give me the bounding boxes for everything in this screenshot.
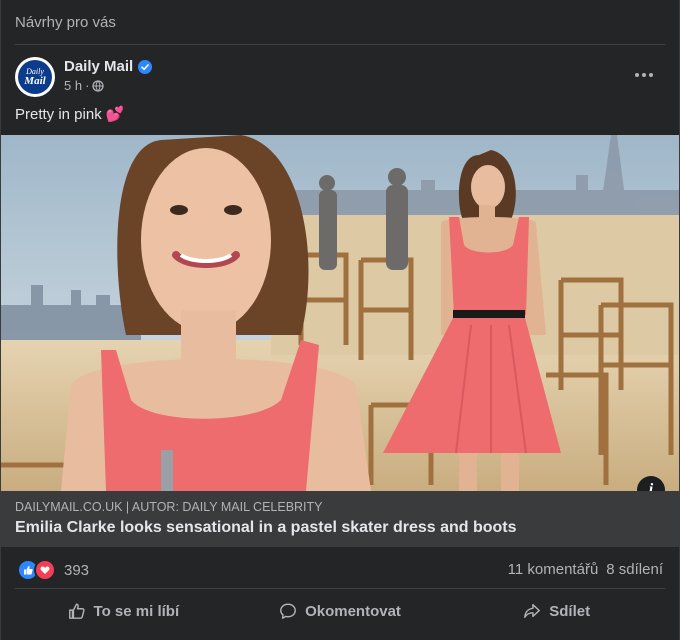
logo-text-bottom: Mail [24, 74, 46, 87]
link-domain: DAILYMAIL.CO.UK | AUTOR: DAILY MAIL CELE… [15, 500, 323, 514]
action-bar: To se mi líbí Okomentovat Sdílet [15, 592, 665, 630]
comment-label: Okomentovat [305, 602, 401, 620]
like-button[interactable]: To se mi líbí [15, 592, 232, 630]
reaction-count: 393 [64, 561, 90, 579]
post-meta: 5 h · [64, 78, 105, 93]
daily-mail-logo: Daily Mail [18, 60, 52, 94]
share-label: Sdílet [549, 602, 591, 620]
photo-illustration [1, 135, 679, 491]
share-icon [524, 603, 541, 619]
post-time[interactable]: 5 h [64, 78, 82, 93]
meta-separator: · [85, 78, 90, 93]
reactions-summary[interactable]: 393 [17, 559, 89, 581]
shares-count[interactable]: 8 sdílení [606, 561, 663, 578]
link-headline[interactable]: Emilia Clarke looks sensational in a pas… [15, 519, 517, 537]
more-options-icon[interactable] [633, 64, 655, 86]
love-reaction-icon [34, 559, 56, 581]
post-text: Pretty in pink 💕 [15, 106, 125, 123]
globe-icon [92, 79, 105, 92]
post-card: Návrhy pro vás Daily Mail Daily Mail 5 h… [0, 0, 680, 640]
actions-divider [15, 588, 665, 589]
verified-badge-icon [138, 59, 153, 74]
avatar[interactable]: Daily Mail [15, 57, 55, 97]
suggested-section-label: Návrhy pro vás [15, 14, 116, 31]
link-preview[interactable]: DAILYMAIL.CO.UK | AUTOR: DAILY MAIL CELE… [1, 491, 679, 547]
comment-icon [280, 603, 296, 619]
comment-button[interactable]: Okomentovat [232, 592, 449, 630]
post-image[interactable] [1, 135, 679, 491]
author-name[interactable]: Daily Mail [64, 58, 133, 75]
thumbs-up-icon [68, 603, 85, 619]
share-button[interactable]: Sdílet [448, 592, 665, 630]
engagement-counts: 11 komentářů 8 sdílení [508, 561, 663, 578]
comments-count[interactable]: 11 komentářů [508, 561, 599, 578]
like-label: To se mi líbí [93, 602, 180, 620]
header-divider [15, 44, 665, 45]
author-row: Daily Mail [64, 58, 153, 75]
